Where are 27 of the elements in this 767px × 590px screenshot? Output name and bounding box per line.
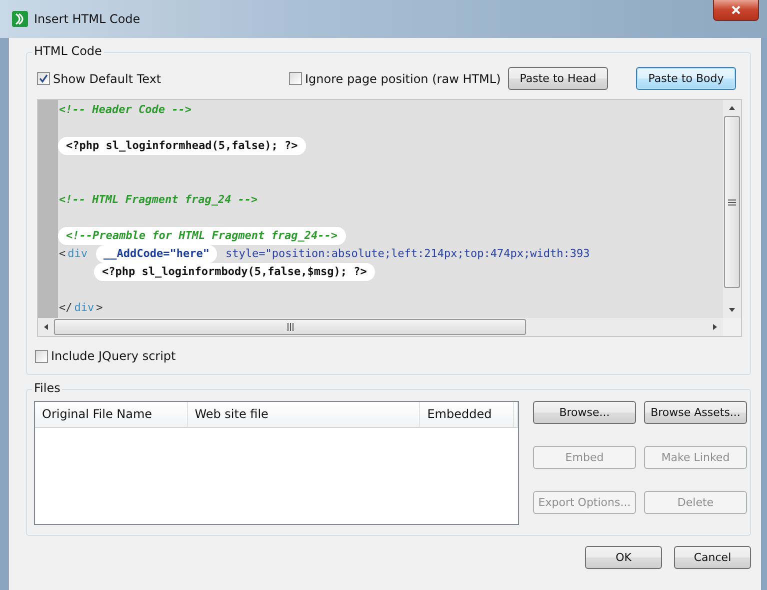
code-token: </ (58, 300, 74, 316)
window-title: Insert HTML Code (34, 12, 142, 26)
checkbox-label[interactable]: Ignore page position (raw HTML) (305, 72, 501, 86)
code-token: <!--Preamble for HTML Fragment frag_24--> (58, 227, 346, 245)
code-token: __AddCode="here" (96, 245, 218, 263)
file-button[interactable]: Browse Assets... (644, 400, 747, 424)
code-token: <?php sl_loginformhead(5,false); ?> (58, 137, 306, 155)
column-header[interactable]: Web site file (188, 402, 420, 426)
code-token: <?php sl_loginformbody(5,false,$msg); ?> (94, 263, 375, 281)
code-token: <!-- HTML Fragment frag_24 --> (58, 192, 259, 208)
checkbox-label[interactable]: Include JQuery script (51, 349, 176, 363)
dialog-button[interactable]: Cancel (674, 546, 751, 568)
code-token: <!-- Header Code --> (58, 102, 192, 118)
code-token: > (95, 300, 104, 316)
code-token: div (73, 300, 96, 316)
column-header[interactable]: Embedded (420, 402, 514, 426)
file-button[interactable]: Browse... (533, 400, 636, 424)
dialog-button[interactable]: OK (585, 546, 662, 568)
group-title: HTML Code (32, 44, 104, 58)
code-token: div (66, 246, 88, 262)
code-token: style="position:absolute;left:214px;top:474px;width:393 (224, 246, 591, 262)
code-token: < (58, 246, 67, 262)
group-title: Files (32, 380, 62, 394)
paste-button[interactable]: Paste to Body (636, 67, 736, 90)
column-header[interactable]: Original File Name (35, 402, 188, 426)
paste-button[interactable]: Paste to Head (508, 67, 608, 90)
checkbox-label[interactable]: Show Default Text (53, 72, 162, 86)
